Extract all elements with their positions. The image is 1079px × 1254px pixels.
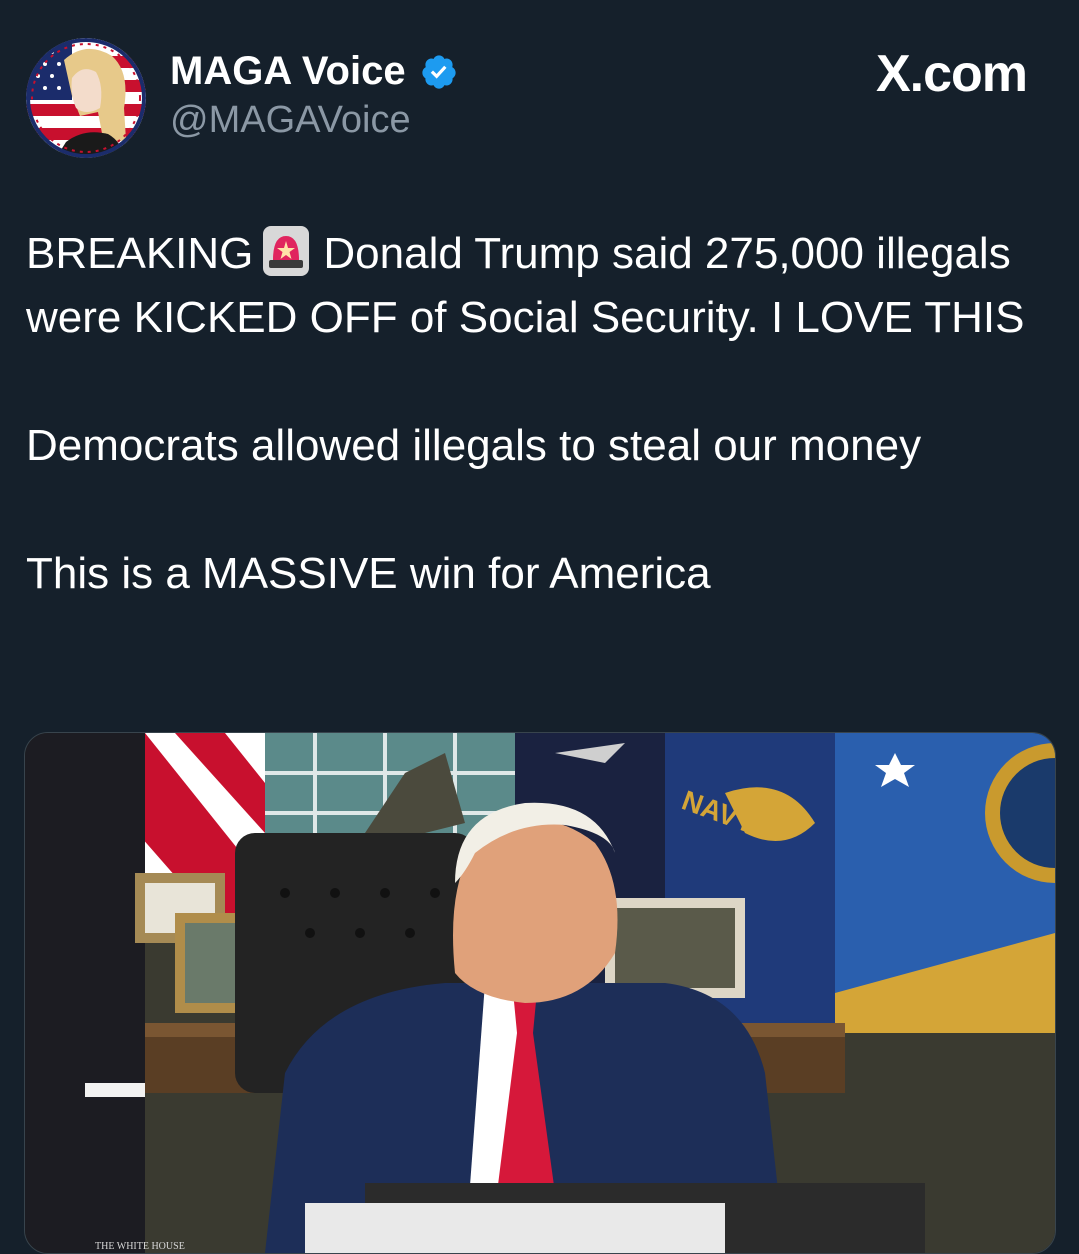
tweet-media[interactable]: NAVY THE WHITE HOUSE: [24, 732, 1056, 1254]
author-handle[interactable]: @MAGAVoice: [170, 98, 411, 142]
avatar-flag-portrait-icon: [26, 38, 146, 158]
tweet-paragraph-2: Democrats allowed illegals to steal our …: [26, 421, 922, 470]
verified-badge-icon: [422, 55, 456, 89]
tweet-paragraph-1: BREAKING Donald Trump said 275,000 illega…: [26, 222, 1056, 350]
tweet-body: BREAKING Donald Trump said 275,000 illega…: [26, 222, 1056, 606]
tweet-header: MAGA Voice @MAGAVoice X.com: [0, 0, 1079, 170]
breaking-text: BREAKING: [26, 229, 254, 278]
brand-label: X.com: [875, 45, 1028, 103]
display-name[interactable]: MAGA Voice: [170, 48, 406, 94]
oval-office-photo-icon: NAVY THE WHITE HOUSE: [25, 733, 1055, 1253]
police-light-icon: [263, 226, 310, 276]
avatar[interactable]: [26, 38, 146, 158]
white-house-watermark: THE WHITE HOUSE: [95, 1241, 185, 1252]
tweet-paragraph-3: This is a MASSIVE win for America: [26, 549, 711, 598]
